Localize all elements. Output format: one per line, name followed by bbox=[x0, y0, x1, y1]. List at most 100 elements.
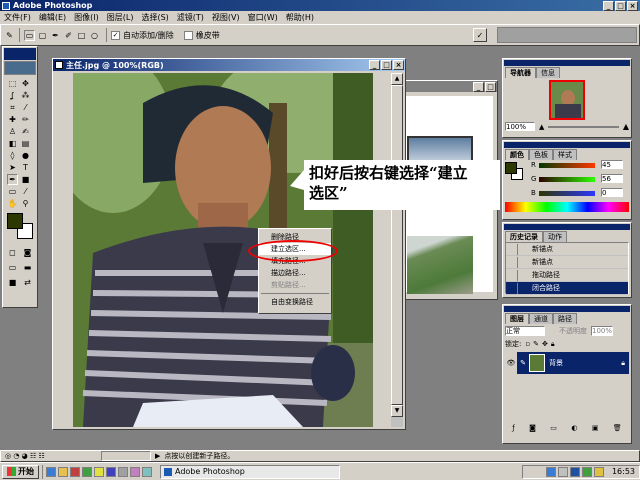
magic-wand-icon[interactable]: ⁂ bbox=[20, 90, 31, 101]
gradient-tool-icon[interactable]: ▤ bbox=[20, 138, 31, 149]
ctx-free-transform-path[interactable]: 自由变换路径 bbox=[259, 296, 331, 308]
doc-vertical-scrollbar[interactable]: ▲ ▼ bbox=[391, 73, 403, 427]
shape-mode-icon[interactable]: ▢ bbox=[37, 30, 48, 41]
quicklaunch-app3-icon[interactable] bbox=[94, 466, 104, 477]
brush-tool-icon[interactable]: ✏ bbox=[20, 114, 31, 125]
layer-style-icon[interactable]: ƒ bbox=[512, 424, 514, 432]
type-tool-icon[interactable]: T bbox=[20, 162, 31, 173]
auto-add-checkbox[interactable]: ✓ bbox=[111, 30, 120, 40]
path-select-icon[interactable]: ➤ bbox=[7, 162, 18, 173]
menu-filter[interactable]: 滤镜(T) bbox=[173, 11, 208, 24]
notes-tool-icon[interactable]: ▭ bbox=[7, 186, 18, 197]
crop-tool-icon[interactable]: ⌗ bbox=[7, 102, 18, 113]
tray-clock[interactable]: 16:53 bbox=[612, 467, 635, 476]
menu-window[interactable]: 窗口(W) bbox=[244, 11, 282, 24]
lasso-tool-icon[interactable]: ʆ bbox=[7, 90, 18, 101]
maximize-button[interactable]: □ bbox=[615, 0, 626, 11]
eraser-tool-icon[interactable]: ◧ bbox=[7, 138, 18, 149]
commit-check-icon[interactable]: ✓ bbox=[473, 28, 487, 42]
layer-mask-icon[interactable]: ◙ bbox=[529, 424, 536, 432]
quicklaunch-folder-icon[interactable] bbox=[58, 466, 68, 477]
stamp-tool-icon[interactable]: ♙ bbox=[7, 126, 18, 137]
screen-mode-1-icon[interactable]: ▭ bbox=[7, 262, 18, 273]
tray-ime-icon[interactable] bbox=[569, 466, 580, 477]
lock-all-icon[interactable]: 🔒︎ bbox=[551, 340, 555, 349]
menu-image[interactable]: 图像(I) bbox=[70, 11, 103, 24]
pen-tool-icon[interactable]: ✎ bbox=[4, 30, 15, 41]
b-value-field[interactable]: 0 bbox=[601, 188, 623, 197]
tab-layers[interactable]: 图层 bbox=[505, 313, 529, 324]
close-button[interactable]: × bbox=[627, 0, 638, 11]
start-button[interactable]: 开始 bbox=[2, 464, 39, 479]
history-item[interactable]: 新锚点 bbox=[506, 243, 628, 256]
tab-history[interactable]: 历史记录 bbox=[505, 231, 543, 242]
tab-styles[interactable]: 样式 bbox=[553, 149, 577, 160]
color-ramp[interactable] bbox=[505, 202, 629, 212]
doc-maximize-button[interactable]: □ bbox=[381, 60, 392, 70]
zoom-out-icon[interactable]: ▲ bbox=[539, 123, 544, 131]
new-layer-icon[interactable]: ▣ bbox=[592, 424, 599, 432]
quicklaunch-app4-icon[interactable] bbox=[106, 466, 116, 477]
g-value-field[interactable]: 56 bbox=[601, 174, 623, 183]
lock-paint-icon[interactable]: ✎ bbox=[533, 340, 539, 348]
freeform-pen-icon[interactable]: ✐ bbox=[63, 30, 74, 41]
tab-paths[interactable]: 路径 bbox=[553, 313, 577, 324]
bg-doc-maximize-button[interactable]: □ bbox=[485, 81, 496, 92]
history-item[interactable]: 新锚点 bbox=[506, 256, 628, 269]
scroll-down-button[interactable]: ▼ bbox=[391, 405, 403, 417]
rectangle-tool-icon[interactable]: □ bbox=[76, 30, 87, 41]
color-fg-swatch[interactable] bbox=[505, 162, 517, 174]
tab-color[interactable]: 颜色 bbox=[505, 149, 529, 160]
menu-select[interactable]: 选择(S) bbox=[137, 11, 172, 24]
blur-tool-icon[interactable]: ◊ bbox=[7, 150, 18, 161]
slice-tool-icon[interactable]: ⁄ bbox=[20, 102, 31, 113]
dodge-tool-icon[interactable]: ● bbox=[20, 150, 31, 161]
tray-app-icon[interactable] bbox=[581, 466, 592, 477]
bg-doc-minimize-button[interactable]: _ bbox=[473, 81, 484, 92]
minimize-button[interactable]: _ bbox=[603, 0, 614, 11]
menu-edit[interactable]: 编辑(E) bbox=[35, 11, 70, 24]
screen-mode-2-icon[interactable]: ▬ bbox=[22, 262, 33, 273]
layer-row[interactable]: 👁︎ ✎ 背景 🔒︎ bbox=[505, 352, 629, 374]
quicklaunch-app7-icon[interactable] bbox=[142, 466, 152, 477]
quicklaunch-app2-icon[interactable] bbox=[82, 466, 92, 477]
r-value-field[interactable]: 45 bbox=[601, 160, 623, 169]
menu-view[interactable]: 视图(V) bbox=[208, 11, 244, 24]
r-slider[interactable] bbox=[539, 163, 595, 168]
adjustment-layer-icon[interactable]: ◐ bbox=[571, 424, 577, 432]
g-slider[interactable] bbox=[539, 177, 595, 182]
pen-option-icon[interactable]: ✒ bbox=[50, 30, 61, 41]
main-document-window[interactable]: 主任.jpg @ 100%(RGB) _ □ × ▲ ▼ bbox=[52, 58, 406, 430]
path-mode-icon[interactable]: ▭ bbox=[24, 29, 35, 41]
quicklaunch-app5-icon[interactable] bbox=[118, 466, 128, 477]
quicklaunch-app6-icon[interactable] bbox=[130, 466, 140, 477]
eye-icon[interactable]: 👁︎ bbox=[505, 352, 517, 374]
standard-mode-icon[interactable]: ◻ bbox=[7, 247, 18, 258]
tray-volume-icon[interactable] bbox=[557, 466, 568, 477]
menu-layer[interactable]: 图层(L) bbox=[103, 11, 138, 24]
tab-swatches[interactable]: 色板 bbox=[529, 149, 553, 160]
navigator-zoom-field[interactable]: 100% bbox=[505, 122, 535, 131]
imageready-icon[interactable]: ⇄ bbox=[22, 277, 33, 288]
lock-move-icon[interactable]: ✥ bbox=[542, 340, 548, 348]
history-brush-icon[interactable]: ✍ bbox=[20, 126, 31, 137]
menu-help[interactable]: 帮助(H) bbox=[282, 11, 318, 24]
scroll-up-button[interactable]: ▲ bbox=[391, 73, 403, 85]
tab-navigator[interactable]: 导航器 bbox=[505, 67, 536, 78]
rubber-band-checkbox[interactable] bbox=[183, 30, 193, 40]
doc-close-button[interactable]: × bbox=[393, 60, 404, 70]
shape-tool-icon[interactable]: ■ bbox=[20, 174, 31, 185]
pen-tool-active-icon[interactable]: ✒ bbox=[7, 174, 18, 185]
tab-info[interactable]: 信息 bbox=[536, 67, 560, 78]
tray-network-icon[interactable] bbox=[545, 466, 556, 477]
tray-antivirus-icon[interactable] bbox=[593, 466, 604, 477]
quicklaunch-app1-icon[interactable] bbox=[70, 466, 80, 477]
task-photoshop-button[interactable]: Adobe Photoshop bbox=[160, 464, 340, 479]
scroll-thumb[interactable] bbox=[391, 85, 403, 405]
opacity-field[interactable]: 100% bbox=[591, 326, 613, 336]
history-item[interactable]: 拖动路径 bbox=[506, 269, 628, 282]
screen-mode-3-icon[interactable]: ■ bbox=[7, 277, 18, 288]
hand-tool-icon[interactable]: ✋ bbox=[7, 198, 18, 209]
ctx-stroke-path[interactable]: 描边路径... bbox=[259, 267, 331, 279]
foreground-color-swatch[interactable] bbox=[7, 213, 23, 229]
